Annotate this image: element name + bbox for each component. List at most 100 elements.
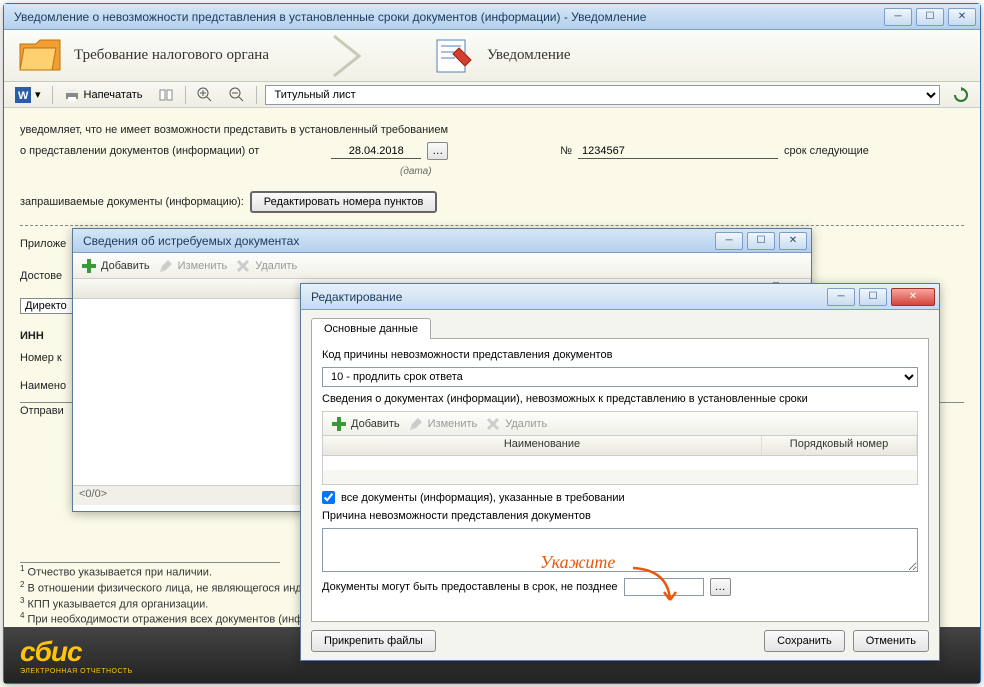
refresh-button[interactable]	[946, 85, 976, 105]
code-label: Код причины невозможности представления …	[322, 349, 918, 361]
send-label: Отправи	[20, 405, 64, 417]
pencil-icon	[408, 416, 424, 432]
reason-text-label: Причина невозможности представления доку…	[322, 510, 918, 522]
text-line-2-suffix: срок следующие	[784, 145, 869, 157]
inner-toolbar: Добавить Изменить Удалить	[323, 412, 917, 436]
pages-icon	[158, 87, 174, 103]
text-line-2-prefix: о представлении документов (информации) …	[20, 145, 259, 157]
breadcrumb-step-2-label: Уведомление	[487, 47, 571, 64]
main-titlebar: Уведомление о невозможности представлени…	[4, 4, 980, 30]
tab-main-data[interactable]: Основные данные	[311, 318, 431, 339]
separator	[256, 86, 257, 104]
printer-icon	[64, 87, 80, 103]
chevron-right-icon	[329, 31, 369, 81]
save-button[interactable]: Сохранить	[764, 630, 845, 652]
breadcrumb: Требование налогового органа Уведомление	[4, 30, 980, 82]
separator	[20, 225, 964, 226]
document-pen-icon	[429, 36, 477, 76]
date-picker-button[interactable]: …	[427, 142, 448, 160]
name-label: Наимено	[20, 380, 66, 392]
date-caption: (дата)	[400, 166, 432, 177]
breadcrumb-step-2[interactable]: Уведомление	[429, 36, 571, 76]
doc-date-field[interactable]	[331, 144, 421, 159]
dlg1-title: Сведения об истребуемых документах	[83, 234, 715, 248]
inner-grid: Добавить Изменить Удалить Наименование П…	[322, 411, 918, 485]
dlg2-minimize-button[interactable]: ─	[827, 288, 855, 306]
docs-info-label: Сведения о документах (информации), нево…	[322, 393, 918, 405]
zoom-out-button[interactable]	[222, 85, 252, 105]
inner-delete-button: Удалить	[485, 416, 547, 432]
x-icon	[235, 258, 251, 274]
minimize-button[interactable]: ─	[884, 8, 912, 26]
text-line-1: уведомляет, что не имеет возможности пре…	[20, 124, 448, 136]
preview-button[interactable]	[151, 85, 181, 105]
toolbar: W▾ Напечатать Титульный лист	[4, 82, 980, 108]
inn-label: ИНН	[20, 330, 44, 342]
zoom-out-icon	[229, 87, 245, 103]
breadcrumb-step-1[interactable]: Требование налогового органа	[16, 36, 269, 76]
folder-icon	[16, 36, 64, 76]
dlg2-titlebar: Редактирование ─ ☐ ✕	[301, 284, 939, 310]
tab-strip: Основные данные	[311, 318, 929, 339]
all-docs-checkbox[interactable]	[322, 491, 335, 504]
dlg2-footer: Прикрепить файлы Сохранить Отменить	[311, 630, 929, 652]
pencil-icon	[158, 258, 174, 274]
close-button[interactable]: ✕	[948, 8, 976, 26]
separator	[185, 86, 186, 104]
dlg1-edit-button: Изменить	[158, 258, 228, 274]
reason-textarea[interactable]	[322, 528, 918, 572]
inner-edit-button: Изменить	[408, 416, 478, 432]
maximize-button[interactable]: ☐	[916, 8, 944, 26]
attach-files-button[interactable]: Прикрепить файлы	[311, 630, 436, 652]
dlg1-titlebar: Сведения об истребуемых документах ─ ☐ ✕	[73, 229, 811, 253]
dlg1-delete-button: Удалить	[235, 258, 297, 274]
dlg2-maximize-button[interactable]: ☐	[859, 288, 887, 306]
dlg2-close-button[interactable]: ✕	[891, 288, 935, 306]
doc-number-field[interactable]	[578, 144, 778, 159]
sheet-selector[interactable]: Титульный лист	[265, 85, 940, 105]
text-line-3-prefix: запрашиваемые документы (информацию):	[20, 196, 244, 208]
dlg1-toolbar: Добавить Изменить Удалить	[73, 253, 811, 279]
logo: сбис	[20, 636, 133, 668]
dlg1-maximize-button[interactable]: ☐	[747, 232, 775, 250]
svg-text:W: W	[18, 90, 29, 102]
print-label: Напечатать	[84, 89, 143, 101]
footnote-4: При необходимости отражения всех докумен…	[28, 614, 304, 626]
breadcrumb-step-1-label: Требование налогового органа	[74, 47, 269, 64]
dlg1-add-button[interactable]: Добавить	[81, 258, 150, 274]
reason-code-select[interactable]: 10 - продлить срок ответа	[322, 367, 918, 387]
deadline-date-picker-button[interactable]: …	[710, 578, 731, 596]
footnote-3: КПП указывается для организации.	[28, 598, 209, 610]
number-label: №	[560, 145, 572, 157]
edit-dialog: Редактирование ─ ☐ ✕ Основные данные Код…	[300, 283, 940, 661]
contact-label: Номер к	[20, 352, 62, 364]
dlg2-body: Основные данные Код причины невозможност…	[301, 310, 939, 660]
footnote-2: В отношении физического лица, не являюще…	[28, 583, 308, 595]
cancel-button[interactable]: Отменить	[853, 630, 929, 652]
logo-subtitle: ЭЛЕКТРОННАЯ ОТЧЕТНОСТЬ	[20, 668, 133, 675]
x-icon	[485, 416, 501, 432]
footnote-1: Отчество указывается при наличии.	[28, 567, 213, 579]
refresh-icon	[953, 87, 969, 103]
word-icon: W	[15, 87, 31, 103]
inner-grid-body[interactable]	[323, 456, 917, 484]
tab-panel: Код причины невозможности представления …	[311, 339, 929, 622]
deadline-date-field[interactable]	[624, 578, 704, 596]
dlg1-close-button[interactable]: ✕	[779, 232, 807, 250]
reliability-label: Достове	[20, 270, 62, 282]
edit-items-button[interactable]: Редактировать номера пунктов	[250, 191, 438, 213]
deadline-label: Документы могут быть предоставлены в сро…	[322, 581, 618, 593]
plus-icon	[331, 416, 347, 432]
zoom-in-button[interactable]	[190, 85, 220, 105]
col-name: Наименование	[323, 436, 762, 455]
zoom-in-icon	[197, 87, 213, 103]
dlg2-title: Редактирование	[311, 290, 827, 304]
inner-add-button[interactable]: Добавить	[331, 416, 400, 432]
dlg1-minimize-button[interactable]: ─	[715, 232, 743, 250]
attach-label: Приложе	[20, 238, 66, 250]
inner-grid-header: Наименование Порядковый номер	[323, 436, 917, 456]
separator	[52, 86, 53, 104]
col-ordinal: Порядковый номер	[762, 436, 917, 455]
word-export-button[interactable]: W▾	[8, 85, 48, 105]
print-button[interactable]: Напечатать	[57, 85, 150, 105]
